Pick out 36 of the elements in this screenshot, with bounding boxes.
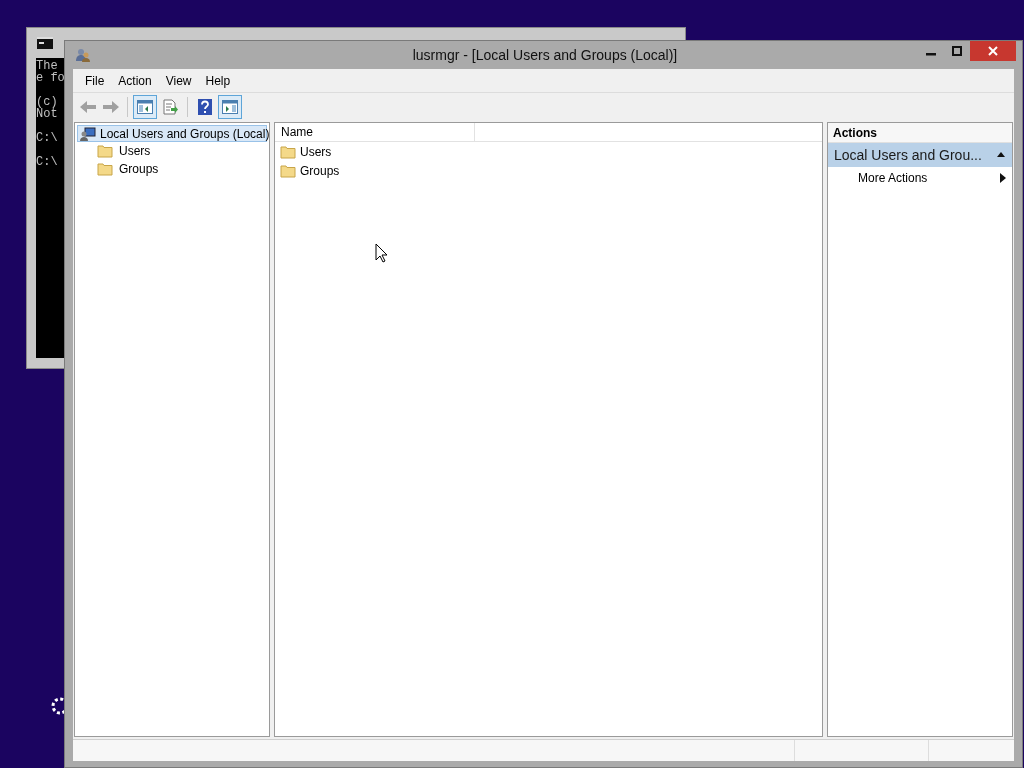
- list-item[interactable]: Groups: [275, 161, 345, 180]
- menu-item[interactable]: Help: [199, 71, 237, 90]
- tree-item[interactable]: Users: [77, 142, 267, 160]
- folder-icon: [97, 162, 113, 176]
- folder-icon: [280, 163, 296, 178]
- console-line: The: [36, 60, 58, 72]
- minimize-icon: [926, 53, 936, 56]
- close-button[interactable]: [970, 41, 1016, 61]
- show-tree-button[interactable]: [133, 95, 157, 119]
- mouse-cursor-icon: [375, 243, 388, 263]
- menu-item[interactable]: Action: [112, 71, 158, 90]
- show-action-pane-button[interactable]: [218, 95, 242, 119]
- console-icon: [37, 37, 53, 49]
- actions-section-header[interactable]: Local Users and Grou...: [828, 143, 1012, 167]
- tree-item[interactable]: Groups: [77, 160, 267, 178]
- list-item[interactable]: Users: [275, 142, 337, 161]
- menu-item[interactable]: View: [159, 71, 198, 90]
- console-line: e fo: [36, 72, 66, 84]
- submenu-arrow-icon: [1000, 173, 1006, 183]
- close-icon: [988, 46, 998, 56]
- collapse-arrow-icon: [996, 151, 1006, 159]
- action-item[interactable]: More Actions: [828, 167, 1012, 189]
- console-line: C:\: [36, 156, 59, 168]
- users-app-icon: [75, 47, 91, 63]
- console-line: (c): [36, 96, 59, 108]
- window-title: lusrmgr - [Local Users and Groups (Local)]: [411, 45, 679, 65]
- folder-icon: [97, 144, 113, 158]
- column-header[interactable]: Name: [275, 123, 475, 141]
- folder-icon: [280, 144, 296, 159]
- console-line: C:\: [36, 132, 59, 144]
- actions-header: Actions: [828, 123, 1012, 143]
- tree-item[interactable]: Local Users and Groups (Local): [77, 125, 267, 142]
- users-computer-icon: [80, 126, 96, 141]
- menu-item[interactable]: File: [79, 71, 111, 90]
- console-line: Not: [36, 108, 59, 120]
- maximize-icon: [952, 46, 962, 56]
